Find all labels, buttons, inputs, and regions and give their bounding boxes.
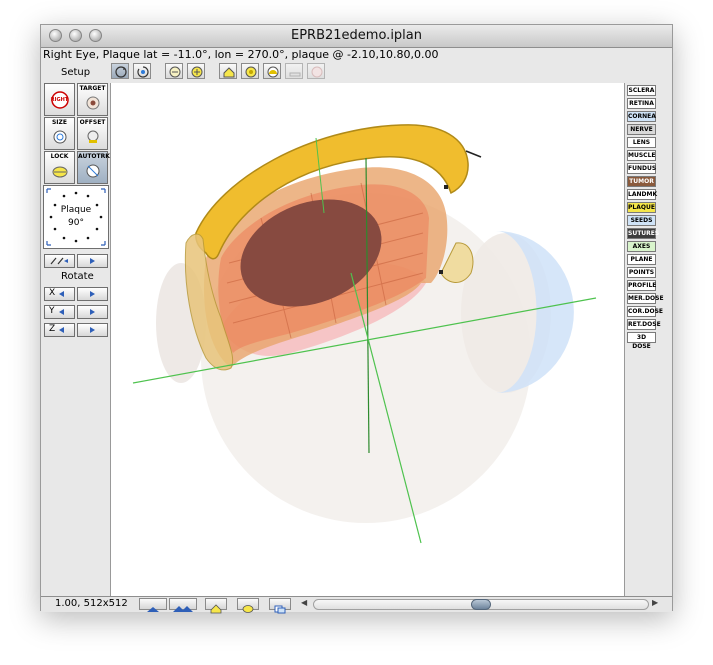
- size-label: SIZE: [51, 119, 67, 126]
- plaque-angle-dial[interactable]: Plaque 90°: [43, 185, 109, 249]
- rotate-label: Rotate: [61, 271, 94, 282]
- dial-ring-icon: [46, 188, 106, 246]
- layer-plane-button[interactable]: PLANE: [627, 254, 656, 265]
- target-label: TARGET: [79, 85, 106, 92]
- rotate-z-plus-button[interactable]: [77, 323, 108, 337]
- target-button[interactable]: TARGET: [77, 83, 108, 116]
- layer-3d-dose-button[interactable]: 3D DOSE: [627, 332, 656, 350]
- triangle-right-icon: [90, 291, 95, 297]
- right-eye-label: RIGHT: [50, 97, 69, 103]
- rotate-y-plus-button[interactable]: [77, 305, 108, 319]
- mountain-large-icon: [173, 606, 193, 612]
- flat-icon: [289, 72, 301, 77]
- profile-small-button[interactable]: [139, 598, 167, 612]
- axis-y-label: Y: [49, 306, 55, 316]
- autotrack-button[interactable]: AUTOTRK: [77, 151, 110, 184]
- mirror-icon: [50, 257, 68, 265]
- right-eye-button[interactable]: RIGHT: [44, 83, 75, 116]
- spin-view-tool[interactable]: [133, 63, 151, 79]
- tumor-icon: [267, 66, 279, 78]
- layer-sutures-button[interactable]: SUTURES: [627, 228, 659, 239]
- dose-view-tool[interactable]: [307, 63, 325, 79]
- target-icon: [86, 96, 100, 110]
- eye-3d-viewport[interactable]: [110, 83, 625, 596]
- horizontal-scrollbar[interactable]: [313, 599, 649, 610]
- rotate-y-minus-button[interactable]: Y: [44, 305, 75, 319]
- profile-large-button[interactable]: [169, 598, 197, 612]
- magnify-plus-icon: [191, 66, 203, 78]
- layer-axes-button[interactable]: AXES: [627, 241, 656, 252]
- home-icon: [210, 604, 222, 614]
- scroll-right-icon[interactable]: ▶: [652, 598, 658, 607]
- setup-label: Setup: [61, 67, 91, 78]
- layer-retina-button[interactable]: RETINA: [627, 98, 656, 109]
- next-button[interactable]: [77, 254, 108, 268]
- autotrack-icon: [86, 164, 100, 178]
- offset-label: OFFSET: [79, 119, 106, 126]
- layer-meridional-dose-button[interactable]: MER.DOSE: [627, 293, 664, 304]
- size-button[interactable]: SIZE: [44, 117, 75, 150]
- layer-landmark-button[interactable]: LANDMK: [627, 189, 657, 200]
- layer-profile-button[interactable]: PROFILE: [627, 280, 656, 291]
- lock-icon: [52, 166, 68, 178]
- app-window: EPRB21edemo.iplan Right Eye, Plaque lat …: [40, 24, 673, 614]
- layer-seeds-button[interactable]: SEEDS: [627, 215, 656, 226]
- window-title: EPRB21edemo.iplan: [291, 28, 422, 43]
- triangle-right-icon: [90, 309, 95, 315]
- scrollbar-thumb[interactable]: [471, 599, 491, 610]
- layer-nerve-button[interactable]: NERVE: [627, 124, 656, 135]
- zoom-out-tool[interactable]: [165, 63, 183, 79]
- plaque-view-tool[interactable]: [241, 63, 259, 79]
- layer-cornea-button[interactable]: CORNEA: [627, 111, 656, 122]
- dial-angle: 90°: [68, 218, 84, 228]
- layer-coronal-dose-button[interactable]: COR.DOSE: [627, 306, 663, 317]
- home-icon: [223, 67, 235, 78]
- rotate-z-minus-button[interactable]: Z: [44, 323, 75, 337]
- plaque-shape-icon: [242, 605, 254, 613]
- rotate-x-plus-button[interactable]: [77, 287, 108, 301]
- layer-tumor-button[interactable]: TUMOR: [627, 176, 656, 187]
- zoom-readout: 1.00, 512x512: [55, 598, 128, 609]
- size-icon: [53, 130, 67, 144]
- layer-fundus-button[interactable]: FUNDUS: [627, 163, 656, 174]
- offset-icon: [87, 130, 99, 143]
- lock-label: LOCK: [50, 153, 69, 160]
- offset-button[interactable]: OFFSET: [77, 117, 108, 150]
- dial-name: Plaque: [60, 205, 92, 215]
- autotrack-label: AUTOTRK: [78, 153, 110, 160]
- title-bar: EPRB21edemo.iplan: [41, 25, 672, 48]
- bottom-status-bar: 1.00, 512x512 ◀ ▶: [41, 596, 672, 614]
- scroll-left-icon[interactable]: ◀: [301, 598, 307, 607]
- axis-x-label: X: [49, 288, 56, 298]
- layer-lens-button[interactable]: LENS: [627, 137, 656, 148]
- copy-icon: [274, 605, 286, 614]
- plaque-icon: [245, 66, 257, 78]
- zoom-in-tool[interactable]: [187, 63, 205, 79]
- tumor-view-tool[interactable]: [263, 63, 281, 79]
- layer-retinal-dose-button[interactable]: RET.DOSE: [627, 319, 661, 330]
- mountain-small-icon: [147, 607, 159, 612]
- home-button[interactable]: [205, 598, 227, 614]
- rotate-x-minus-button[interactable]: X: [44, 287, 75, 301]
- layer-points-button[interactable]: POINTS: [627, 267, 656, 278]
- copy-view-button[interactable]: [269, 598, 291, 614]
- layer-sclera-button[interactable]: SCLERA: [627, 85, 656, 96]
- plaque-status-text: Right Eye, Plaque lat = -11.0°, lon = 27…: [43, 48, 439, 61]
- dose-icon: [311, 66, 323, 78]
- axis-z-label: Z: [49, 324, 56, 334]
- plaque-shape-button[interactable]: [237, 598, 259, 613]
- magnify-minus-icon: [169, 66, 181, 78]
- triangle-right-icon: [90, 327, 95, 333]
- lock-button[interactable]: LOCK: [44, 151, 75, 184]
- mirror-button[interactable]: [44, 254, 75, 268]
- flat-view-tool[interactable]: [285, 63, 303, 79]
- triangle-right-icon: [90, 258, 95, 264]
- rotate-arrows-icon: [115, 66, 127, 78]
- spin-icon: [137, 66, 149, 78]
- home-view-tool[interactable]: [219, 63, 237, 79]
- layer-muscle-button[interactable]: MUSCLE: [627, 150, 656, 161]
- eye-model-render: [132, 124, 597, 544]
- layer-plaque-button[interactable]: PLAQUE: [627, 202, 656, 213]
- rotate-view-tool[interactable]: [111, 63, 129, 79]
